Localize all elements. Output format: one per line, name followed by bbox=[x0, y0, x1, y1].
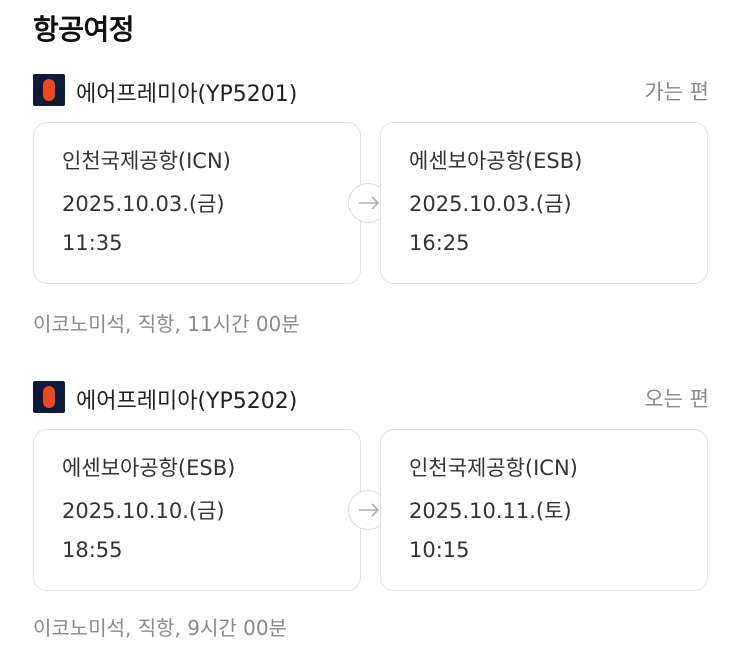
departure-airport: 인천국제공항(ICN) bbox=[62, 149, 231, 173]
airline-logo-icon bbox=[33, 381, 65, 413]
flight-summary: 이코노미석, 직항, 9시간 00분 bbox=[33, 616, 287, 640]
arrival-card: 에센보아공항(ESB) 2025.10.03.(금) 16:25 bbox=[380, 122, 708, 284]
flight-leg-return: 에어프레미아(YP5202) 오는 편 에센보아공항(ESB) 2025.10.… bbox=[0, 381, 740, 649]
departure-card: 에센보아공항(ESB) 2025.10.10.(금) 18:55 bbox=[33, 429, 361, 591]
departure-time: 18:55 bbox=[62, 538, 123, 562]
arrival-airport: 에센보아공항(ESB) bbox=[409, 149, 583, 173]
departure-date: 2025.10.03.(금) bbox=[62, 192, 225, 216]
arrival-card: 인천국제공항(ICN) 2025.10.11.(토) 10:15 bbox=[380, 429, 708, 591]
airline-name: 에어프레미아(YP5202) bbox=[76, 389, 298, 414]
arrival-airport: 인천국제공항(ICN) bbox=[409, 456, 578, 480]
arrival-time: 10:15 bbox=[409, 538, 470, 562]
direction-label: 가는 편 bbox=[644, 80, 709, 104]
arrival-date: 2025.10.03.(금) bbox=[409, 192, 572, 216]
airline-row: 에어프레미아(YP5201) 가는 편 bbox=[33, 74, 709, 107]
arrival-date: 2025.10.11.(토) bbox=[409, 499, 572, 523]
departure-time: 11:35 bbox=[62, 231, 123, 255]
flight-summary: 이코노미석, 직항, 11시간 00분 bbox=[33, 312, 300, 336]
airline-logo-icon bbox=[33, 74, 65, 106]
direction-label: 오는 편 bbox=[644, 387, 709, 411]
airline-row: 에어프레미아(YP5202) 오는 편 bbox=[33, 381, 709, 414]
departure-card: 인천국제공항(ICN) 2025.10.03.(금) 11:35 bbox=[33, 122, 361, 284]
flight-leg-outbound: 에어프레미아(YP5201) 가는 편 인천국제공항(ICN) 2025.10.… bbox=[0, 74, 740, 344]
departure-date: 2025.10.10.(금) bbox=[62, 499, 225, 523]
departure-airport: 에센보아공항(ESB) bbox=[62, 456, 236, 480]
arrival-time: 16:25 bbox=[409, 231, 470, 255]
airline-name: 에어프레미아(YP5201) bbox=[76, 82, 298, 107]
page-title: 항공여정 bbox=[33, 13, 135, 46]
